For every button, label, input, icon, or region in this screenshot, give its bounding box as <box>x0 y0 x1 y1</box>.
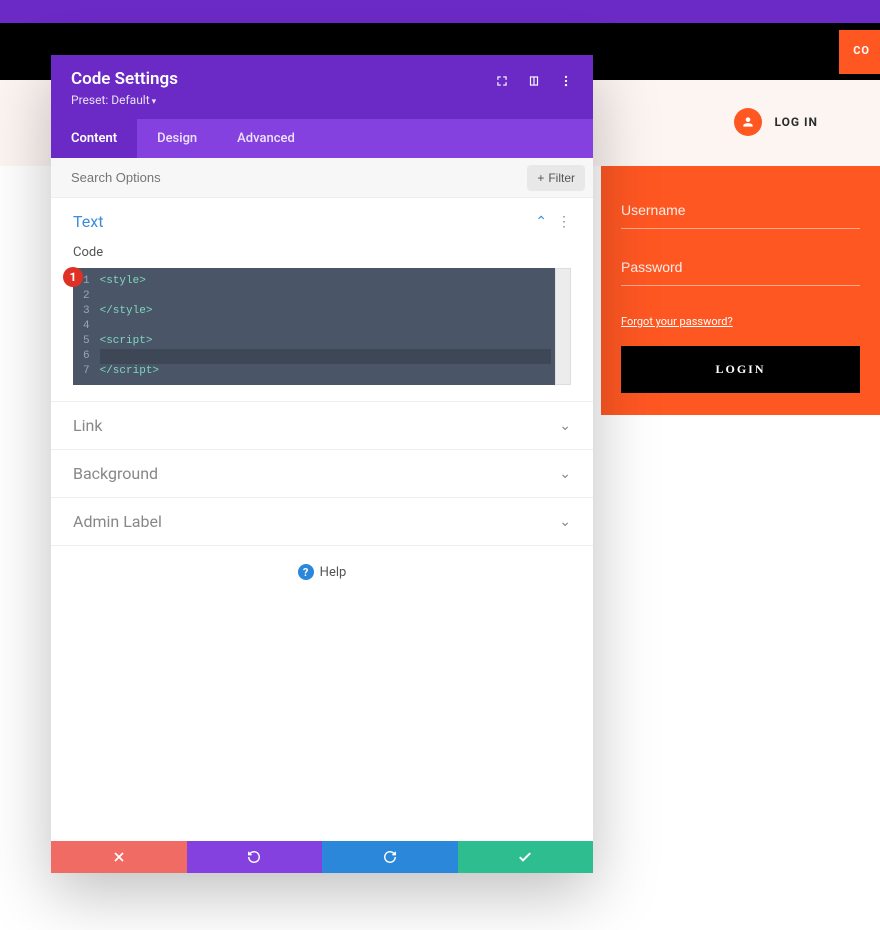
section-background-header[interactable]: Background ⌄ <box>51 450 593 497</box>
modal-title: Code Settings <box>71 69 178 89</box>
login-button[interactable]: LOGIN <box>621 346 860 393</box>
undo-button[interactable] <box>187 841 323 873</box>
forgot-password-link[interactable]: Forgot your password? <box>621 315 733 328</box>
username-field[interactable] <box>621 196 860 229</box>
chevron-down-icon: ⌄ <box>559 514 571 530</box>
section-text-header[interactable]: Text ⌃ ⋮ <box>51 198 593 245</box>
section-link-title: Link <box>73 416 102 435</box>
tab-advanced[interactable]: Advanced <box>217 119 315 158</box>
responsive-icon[interactable] <box>527 73 541 92</box>
section-text-title: Text <box>73 212 103 231</box>
expand-icon[interactable] <box>495 73 509 92</box>
section-background-title: Background <box>73 464 158 483</box>
modal-footer <box>51 841 593 873</box>
section-link-header[interactable]: Link ⌄ <box>51 402 593 449</box>
annotation-badge-1: 1 <box>63 267 83 287</box>
scrollbar[interactable] <box>555 268 571 385</box>
redo-button[interactable] <box>322 841 458 873</box>
cancel-button[interactable] <box>51 841 187 873</box>
top-purple-bar <box>0 0 880 23</box>
section-admin-label-header[interactable]: Admin Label ⌄ <box>51 498 593 545</box>
help-link[interactable]: ? Help <box>51 546 593 598</box>
code-lines[interactable]: <style> </style> <script> </script> <box>96 268 555 385</box>
menu-dots-icon[interactable] <box>559 73 573 92</box>
section-admin-label-title: Admin Label <box>73 512 162 531</box>
filter-button[interactable]: + Filter <box>527 165 585 191</box>
login-card: Forgot your password? LOGIN <box>601 166 880 415</box>
search-input[interactable] <box>51 158 519 197</box>
modal-tabs: Content Design Advanced <box>51 119 593 158</box>
modal-header: Code Settings Preset: Default▾ <box>51 55 593 119</box>
save-button[interactable] <box>458 841 594 873</box>
code-settings-modal: Code Settings Preset: Default▾ Content D… <box>51 55 593 873</box>
chevron-up-icon: ⌃ <box>535 214 547 230</box>
code-area: Code 1 1234567 <style> </style> <script>… <box>51 245 593 401</box>
log-in-link[interactable]: LOG IN <box>734 108 818 136</box>
search-row: + Filter <box>51 158 593 198</box>
top-right-button[interactable]: CO <box>839 30 880 74</box>
log-in-label: LOG IN <box>774 115 818 129</box>
chevron-down-icon: ⌄ <box>559 418 571 434</box>
tab-content[interactable]: Content <box>51 119 137 158</box>
chevron-down-icon: ⌄ <box>559 466 571 482</box>
code-label: Code <box>73 245 571 260</box>
password-field[interactable] <box>621 253 860 286</box>
tab-design[interactable]: Design <box>137 119 217 158</box>
preset-dropdown[interactable]: Preset: Default▾ <box>71 93 178 107</box>
code-editor[interactable]: 1234567 <style> </style> <script> </scri… <box>73 268 555 385</box>
plus-icon: + <box>537 171 544 185</box>
user-icon <box>734 108 762 136</box>
dots-icon[interactable]: ⋮ <box>557 214 571 230</box>
help-icon: ? <box>298 564 314 580</box>
